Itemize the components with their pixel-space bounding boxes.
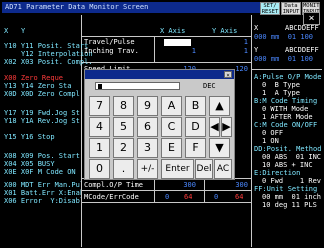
inching-x-value: 1 (191, 47, 196, 55)
legend-line: 0 Fwd 1 Rev (262, 177, 322, 185)
key-5[interactable]: 5 (113, 117, 134, 137)
completion-time-label: Compl.O/P Time (84, 181, 144, 189)
key-7[interactable]: 7 (89, 96, 110, 116)
legend-heading: DD:Posit. Method (254, 145, 322, 153)
y-axis-header: Y Axis (212, 27, 238, 35)
key-1[interactable]: 1 (89, 138, 110, 158)
down-arrow-icon[interactable]: ▼ (209, 138, 230, 158)
sign-toggle-button[interactable]: +/- (137, 159, 158, 179)
key-f[interactable]: F (185, 138, 206, 158)
signal-line: X02 X03 Posit. Compl. (4, 58, 93, 66)
legend-heading: FF:Unit Setting (254, 185, 318, 193)
inching-y-value: 1 (243, 47, 248, 55)
keypad-close-icon[interactable]: × (224, 71, 232, 79)
delete-button[interactable]: Del (195, 159, 213, 179)
signal-line: X00 Zero Reque (4, 74, 64, 82)
input-cursor (98, 84, 102, 89)
mcode-y-value: 0 (214, 193, 219, 201)
x-axis-header: X Axis (160, 27, 186, 35)
legend-heading: A:Pulse O/P Mode (254, 73, 322, 81)
legend-line: 00 mm 01 inch (262, 193, 322, 201)
legend-line: 0 OFF (262, 129, 284, 137)
key-6[interactable]: 6 (137, 117, 158, 137)
travel-pulse-x-field[interactable] (164, 39, 191, 46)
key-4[interactable]: 4 (89, 117, 110, 137)
completion-time-x-value: 300 (183, 181, 196, 189)
key-3[interactable]: 3 (137, 138, 158, 158)
screen-title: AD71 Parameter Data Monitor Screen (2, 2, 260, 13)
left-arrow-icon[interactable]: ◀ (209, 117, 220, 137)
legend-line: 1 A Type (262, 89, 300, 97)
key-8[interactable]: 8 (113, 96, 134, 116)
completion-time-y-value: 300 (235, 181, 248, 189)
key-a[interactable]: A (161, 96, 182, 116)
legend-heading: C:M Code ON/OFF (254, 121, 318, 129)
divider (204, 178, 205, 203)
signal-line: X04 X05 BUSY (4, 160, 55, 168)
numeric-keypad-dialog: × DEC 7 8 9 A B ▲ 4 5 6 C D ◀ ▶ 1 2 3 E … (84, 69, 235, 180)
x-column-header: X (4, 27, 9, 35)
legend-heading: B:M Code Timing (254, 97, 318, 105)
key-e[interactable]: E (161, 138, 182, 158)
x-param-code: ABCDDEFF (285, 24, 319, 32)
data-input-button[interactable]: Data INPUT (281, 2, 301, 15)
legend-line: 10 ABS + INC (262, 161, 313, 169)
key-c[interactable]: C (161, 117, 182, 137)
x-param-value: 000 mm 01 100 (254, 33, 314, 41)
signal-line: Y15 Y16 Stop (4, 133, 55, 141)
legend-line: 00 ABS 01 INC (262, 153, 322, 161)
signal-line: Y18 Y1A Rev.Jog St (4, 117, 80, 125)
signal-line: X0D X0D Zero Compl (4, 90, 80, 98)
inching-label: Inching Trav. (84, 47, 139, 55)
key-d[interactable]: D (185, 117, 206, 137)
legend-line: 0 B Type (262, 81, 300, 89)
all-clear-button[interactable]: AC (214, 159, 232, 179)
mcode-errcode-label: MCode/ErrCode (84, 193, 139, 201)
signal-line: X0E X0F M Code ON (4, 168, 76, 176)
key-decimal-point[interactable]: . (113, 159, 134, 179)
signal-line: X06 Error Y:Disable (4, 197, 81, 205)
signal-line: X08 X09 Pos. Start (4, 152, 80, 160)
legend-heading: E:Direction (254, 169, 301, 177)
travel-pulse-y-value: 1 (243, 38, 248, 46)
errcode-x-value: 64 (184, 193, 193, 201)
y-param-value: 000 mm 01 100 (254, 55, 314, 63)
signal-line: Y10 Y11 Posit. Start (4, 42, 89, 50)
number-mode-label: DEC (203, 82, 216, 90)
signal-line: X01 Batt.Err X:Enable (4, 189, 81, 197)
divider (154, 36, 155, 63)
signal-line: Y17 Y19 Fwd.Jog St (4, 109, 80, 117)
key-b[interactable]: B (185, 96, 206, 116)
mcode-x-value: 0 (165, 193, 170, 201)
set-reset-button[interactable]: SET/ RESET (260, 2, 280, 15)
signal-line: X00 MDT Err Man.Pulse (4, 181, 81, 189)
legend-line: 10 deg 11 PLS (262, 201, 317, 209)
y-param-code: ABCDDEFF (285, 46, 319, 54)
keypad-input-display[interactable] (95, 82, 180, 90)
legend-line: 1 ON (262, 137, 279, 145)
up-arrow-icon[interactable]: ▲ (209, 96, 230, 116)
legend-line: 0 WITH Mode (262, 105, 309, 113)
divider (154, 178, 155, 203)
keypad-title-bar[interactable] (85, 70, 234, 79)
x-param-label: X (254, 24, 259, 32)
travel-pulse-label: Travel/Pulse (84, 38, 135, 46)
signal-line: Y12 Interpolation (21, 50, 93, 58)
legend-line: 1 AFTER Mode (262, 113, 313, 121)
key-2[interactable]: 2 (113, 138, 134, 158)
divider (252, 69, 322, 70)
key-0[interactable]: 0 (89, 159, 110, 179)
enter-button[interactable]: Enter (161, 159, 194, 179)
y-column-header: Y (21, 27, 26, 35)
right-arrow-icon[interactable]: ▶ (221, 117, 232, 137)
signal-line: Y13 Y14 Zero Sta (4, 82, 72, 90)
errcode-y-value: 64 (235, 193, 244, 201)
y-param-label: Y (254, 46, 259, 54)
key-9[interactable]: 9 (137, 96, 158, 116)
divider (81, 190, 252, 191)
